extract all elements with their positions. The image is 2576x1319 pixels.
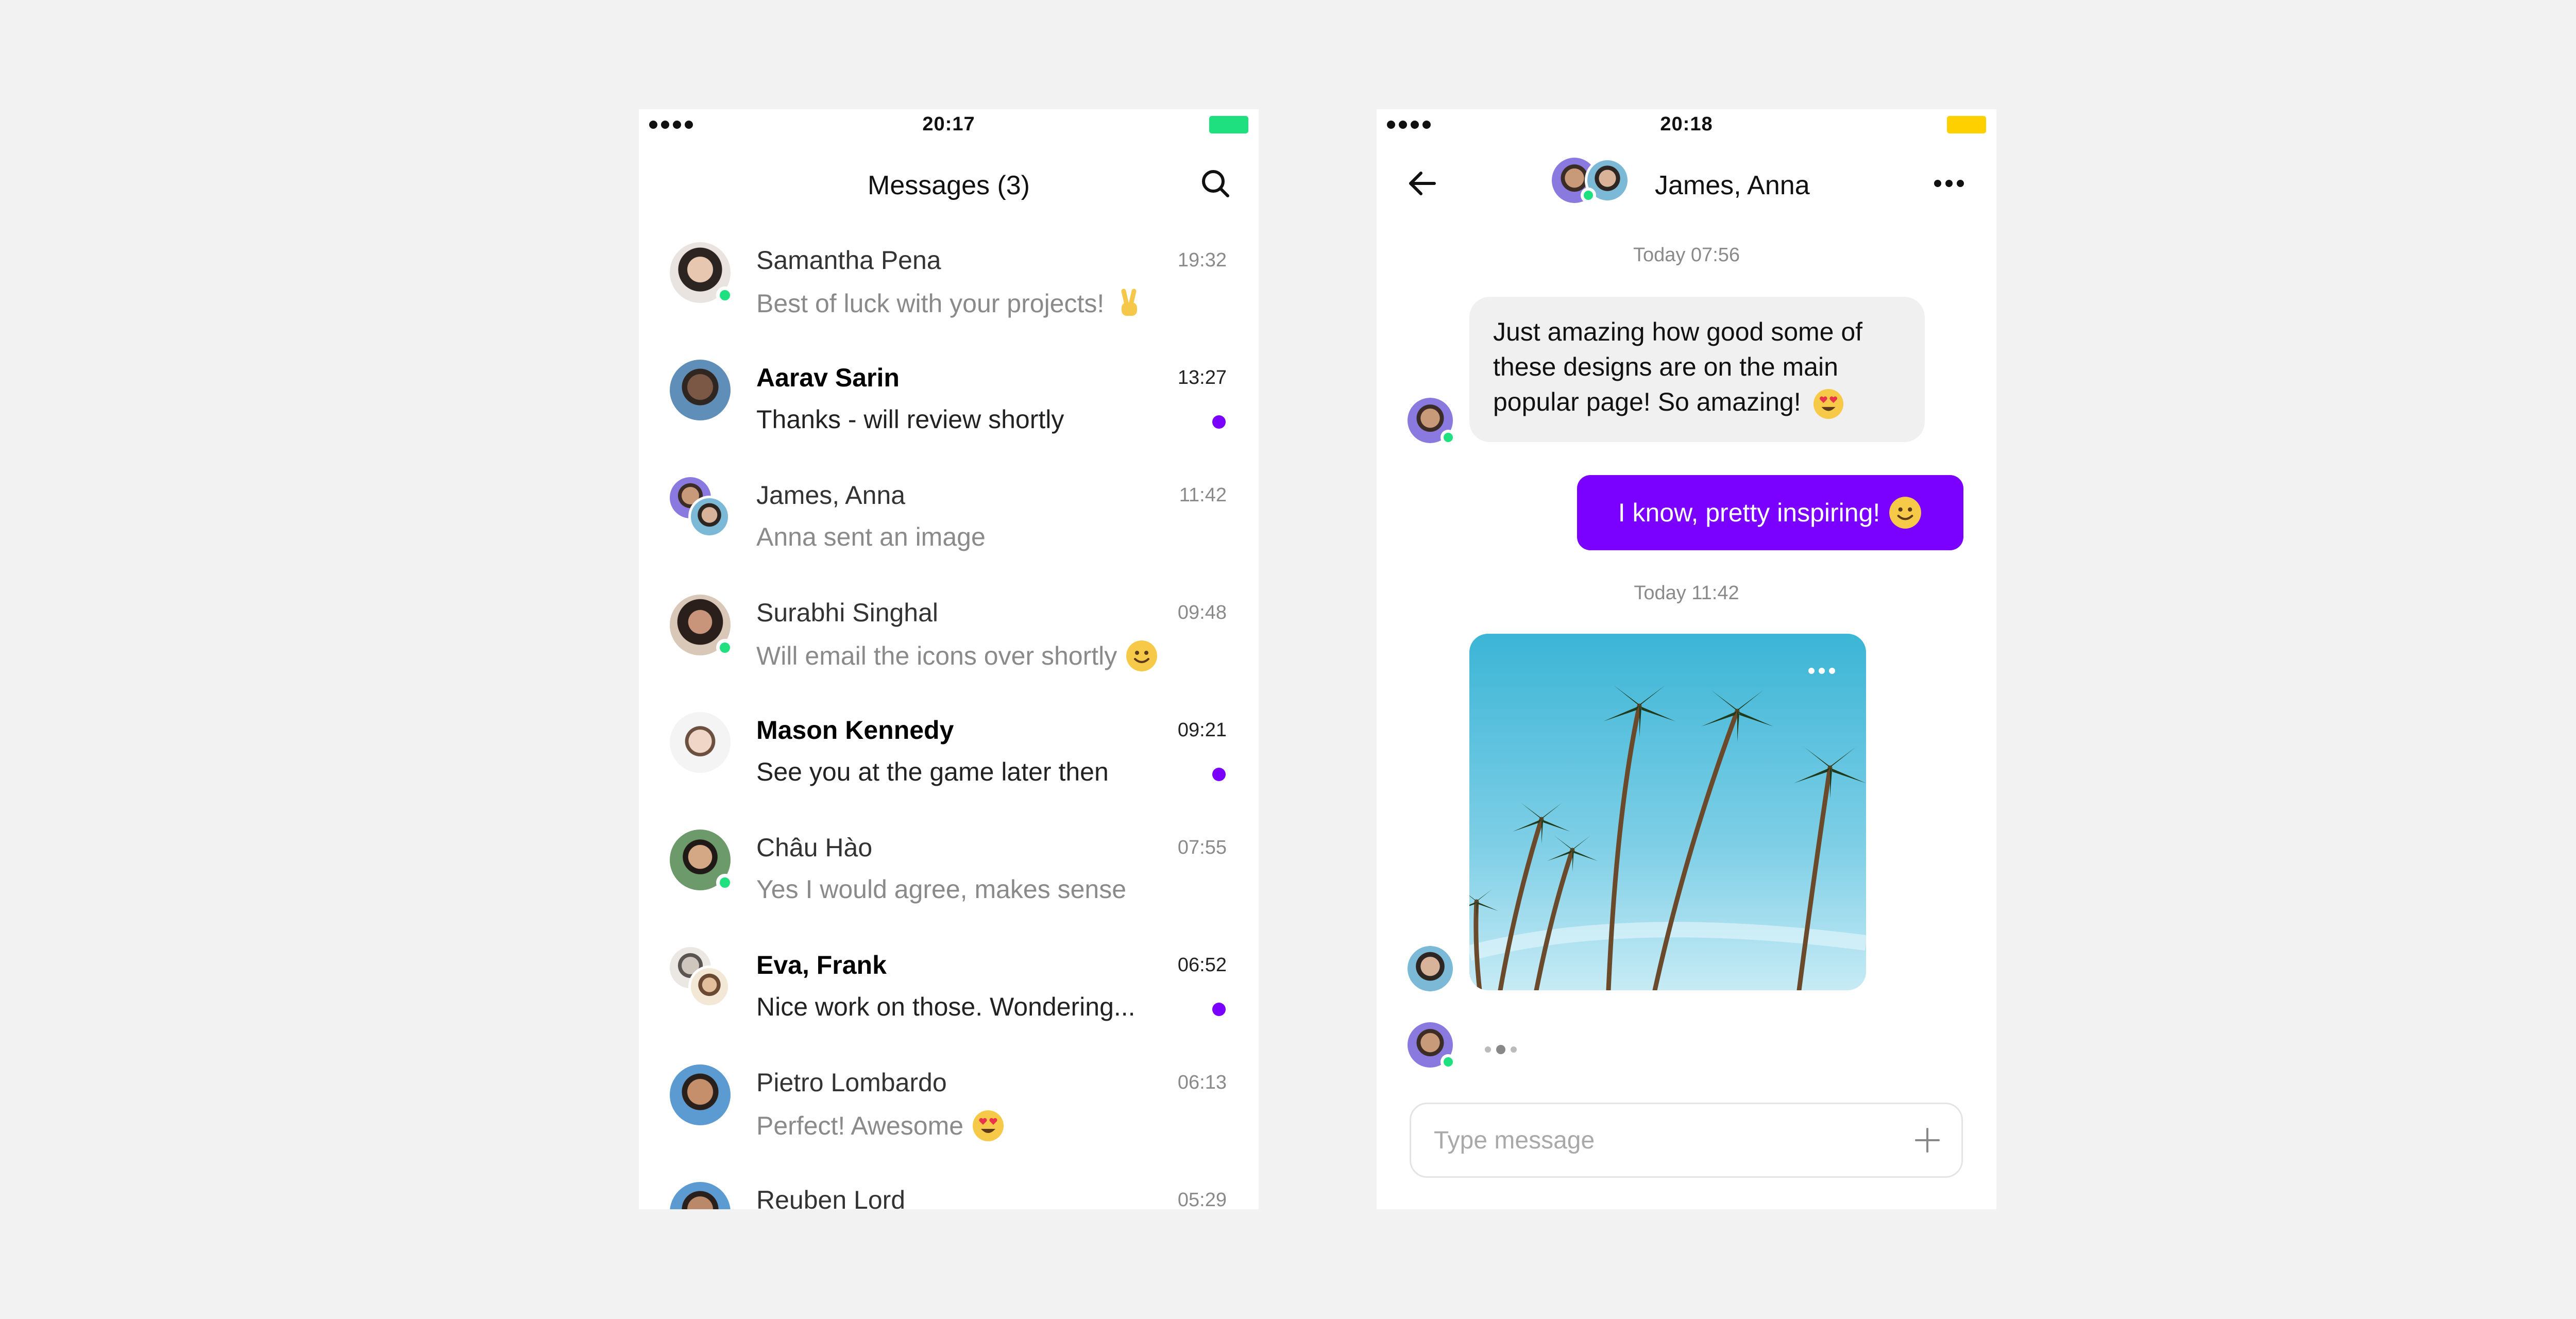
conversation-item[interactable]: James, Anna Anna sent an image 11:42 (639, 463, 1259, 580)
timestamp: 09:21 (1177, 719, 1227, 741)
status-time: 20:17 (922, 113, 975, 135)
contact-name: Samantha Pena (756, 246, 941, 275)
conversation-item[interactable]: Eva, Frank Nice work on those. Wondering… (639, 933, 1259, 1050)
online-indicator (716, 874, 734, 891)
status-time: 20:18 (1660, 113, 1713, 135)
status-bar: 20:17 (639, 109, 1259, 140)
chat-header: James, Anna (1377, 140, 1996, 228)
avatar (1408, 398, 1456, 445)
chat-title: James, Anna (1655, 171, 1810, 200)
contact-name: Reuben Lord (756, 1186, 906, 1209)
more-icon (1934, 180, 1964, 187)
message-preview: Best of luck with your projects! (756, 287, 1145, 320)
timestamp: 06:52 (1177, 954, 1227, 976)
message-input-box (1410, 1103, 1963, 1178)
timestamp: 11:42 (1179, 484, 1227, 506)
online-indicator (716, 286, 734, 304)
time-separator: Today 07:56 (1633, 244, 1740, 266)
add-attachment-button[interactable] (1909, 1122, 1946, 1159)
online-indicator (716, 639, 734, 656)
contact-name: Surabhi Singhal (756, 598, 939, 627)
heart-eyes-icon (1812, 388, 1844, 420)
contact-name: Mason Kennedy (756, 716, 954, 745)
timestamp: 09:48 (1177, 602, 1227, 623)
avatar (670, 360, 731, 420)
status-bar: 20:18 (1377, 109, 1996, 140)
timestamp: 06:13 (1177, 1072, 1227, 1093)
preview-text: Perfect! Awesome (756, 1111, 964, 1140)
group-avatar (670, 947, 731, 1008)
avatar (670, 712, 731, 773)
avatar (670, 830, 734, 891)
arrow-left-icon (1409, 172, 1436, 195)
avatar (1408, 1022, 1456, 1070)
outgoing-message[interactable]: I know, pretty inspiring! (1577, 475, 1963, 550)
message-preview: Nice work on those. Wondering... (756, 992, 1136, 1021)
contact-name: Châu Hào (756, 833, 873, 862)
message-preview: Thanks - will review shortly (756, 405, 1064, 434)
message-preview: See you at the game later then (756, 757, 1109, 786)
group-avatar (1552, 158, 1639, 204)
battery-icon (1947, 116, 1986, 133)
preview-text: Will email the icons over shortly (756, 641, 1117, 670)
timestamp: 07:55 (1177, 837, 1227, 858)
contact-name: Aarav Sarin (756, 363, 900, 392)
time-separator: Today 11:42 (1634, 582, 1739, 604)
avatar (670, 1182, 731, 1209)
smiling-face-icon (1888, 496, 1922, 530)
page-title: Messages (3) (868, 171, 1030, 200)
conversation-item[interactable]: Mason Kennedy See you at the game later … (639, 698, 1259, 815)
unread-indicator (1212, 415, 1226, 429)
chat-screen: 20:18 James, Anna Today 07:56 Just amazi… (1377, 109, 1996, 1209)
timestamp: 13:27 (1177, 367, 1227, 388)
timestamp: 19:32 (1177, 249, 1227, 271)
conversation-item[interactable]: Surabhi Singhal Will email the icons ove… (639, 580, 1259, 698)
message-preview: Anna sent an image (756, 522, 986, 551)
smiling-face-icon (1125, 639, 1158, 672)
palm-trees-photo-icon (1469, 634, 1866, 990)
message-text: I know, pretty inspiring! (1618, 498, 1880, 527)
conversation-item[interactable]: Pietro Lombardo Perfect! Awesome 06:13 (639, 1050, 1259, 1168)
back-button[interactable] (1401, 163, 1443, 204)
conversation-item[interactable]: Aarav Sarin Thanks - will review shortly… (639, 345, 1259, 463)
timestamp: 05:29 (1177, 1189, 1227, 1209)
incoming-message[interactable]: Just amazing how good some of these desi… (1469, 297, 1925, 442)
online-indicator (1440, 1054, 1456, 1070)
online-indicator (1440, 430, 1456, 445)
contact-name: James, Anna (756, 481, 906, 510)
messages-list-screen: 20:17 Messages (3) Samantha Pena Best of… (639, 109, 1259, 1209)
contact-name: Eva, Frank (756, 951, 887, 979)
image-message[interactable] (1469, 634, 1866, 990)
plus-icon (1915, 1128, 1940, 1153)
preview-text: Best of luck with your projects! (756, 289, 1105, 318)
online-indicator (1581, 188, 1596, 203)
search-icon (1202, 170, 1229, 197)
conversation-item[interactable]: Châu Hào Yes I would agree, makes sense … (639, 815, 1259, 933)
conversation-item[interactable]: Reuben Lord 05:29 (639, 1168, 1259, 1209)
conversation-item[interactable]: Samantha Pena Best of luck with your pro… (639, 228, 1259, 345)
nav-bar: Messages (3) (639, 140, 1259, 228)
message-preview: Will email the icons over shortly (756, 639, 1158, 672)
message-preview: Perfect! Awesome (756, 1109, 1005, 1142)
unread-indicator (1212, 1003, 1226, 1016)
contact-name: Pietro Lombardo (756, 1068, 947, 1097)
message-preview: Yes I would agree, makes sense (756, 875, 1127, 904)
typing-indicator (1485, 1045, 1517, 1054)
avatar (670, 242, 734, 304)
message-input[interactable] (1434, 1104, 1877, 1176)
victory-hand-icon (1112, 287, 1145, 320)
avatar (1408, 946, 1453, 991)
group-avatar (670, 477, 731, 538)
search-button[interactable] (1195, 163, 1236, 204)
message-text: Just amazing how good some of these desi… (1493, 317, 1863, 416)
battery-icon (1209, 116, 1248, 133)
avatar (670, 595, 734, 656)
avatar (670, 1064, 731, 1125)
more-options-button[interactable] (1928, 163, 1970, 204)
unread-indicator (1212, 768, 1226, 781)
heart-eyes-icon (972, 1109, 1005, 1142)
image-more-icon[interactable] (1808, 668, 1835, 674)
